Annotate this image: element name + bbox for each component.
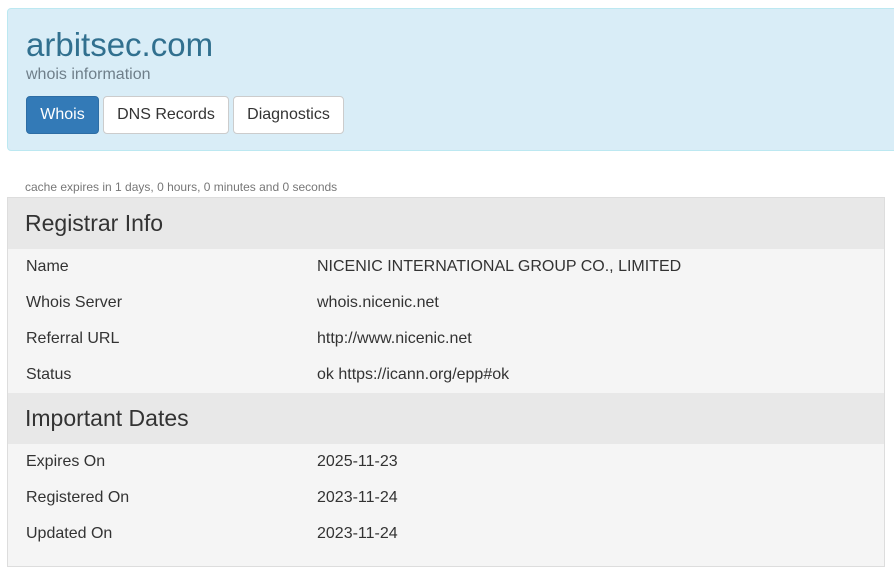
table-row: Registered On 2023-11-24: [8, 480, 884, 516]
row-label: Status: [26, 366, 72, 383]
cache-expiry-note: cache expires in 1 days, 0 hours, 0 minu…: [25, 180, 338, 194]
row-value: ok https://icann.org/epp#ok: [317, 366, 510, 383]
row-value: NICENIC INTERNATIONAL GROUP CO., LIMITED: [317, 258, 682, 275]
row-label: Updated On: [26, 525, 113, 542]
row-label: Expires On: [26, 453, 106, 470]
table-row: Status ok https://icann.org/epp#ok: [8, 357, 884, 393]
whois-panel: Registrar Info Name NICENIC INTERNATIONA…: [7, 197, 885, 567]
table-row: Expires On 2025-11-23: [8, 444, 884, 480]
row-label: Name: [26, 258, 69, 275]
row-label: Whois Server: [26, 294, 123, 311]
tab-diagnostics[interactable]: Diagnostics: [233, 96, 344, 134]
domain-title: arbitsec.com: [26, 26, 214, 63]
row-value: http://www.nicenic.net: [317, 330, 472, 347]
header-jumbotron: arbitsec.com whois information Whois DNS…: [7, 8, 894, 151]
section-heading-important-dates: Important Dates: [8, 393, 884, 444]
section-heading-registrar-info: Registrar Info: [8, 198, 884, 249]
row-value: 2023-11-24: [317, 489, 398, 506]
tab-whois[interactable]: Whois: [26, 96, 99, 134]
table-row: Name NICENIC INTERNATIONAL GROUP CO., LI…: [8, 249, 884, 285]
table-row: Whois Server whois.nicenic.net: [8, 285, 884, 321]
table-row: Updated On 2023-11-24: [8, 516, 884, 552]
page-subtitle: whois information: [26, 66, 151, 83]
row-value: whois.nicenic.net: [317, 294, 439, 311]
row-label: Referral URL: [26, 330, 120, 347]
row-value: 2023-11-24: [317, 525, 398, 542]
row-label: Registered On: [26, 489, 130, 506]
table-row: Referral URL http://www.nicenic.net: [8, 321, 884, 357]
tab-dns-records[interactable]: DNS Records: [103, 96, 229, 134]
row-value: 2025-11-23: [317, 453, 398, 470]
